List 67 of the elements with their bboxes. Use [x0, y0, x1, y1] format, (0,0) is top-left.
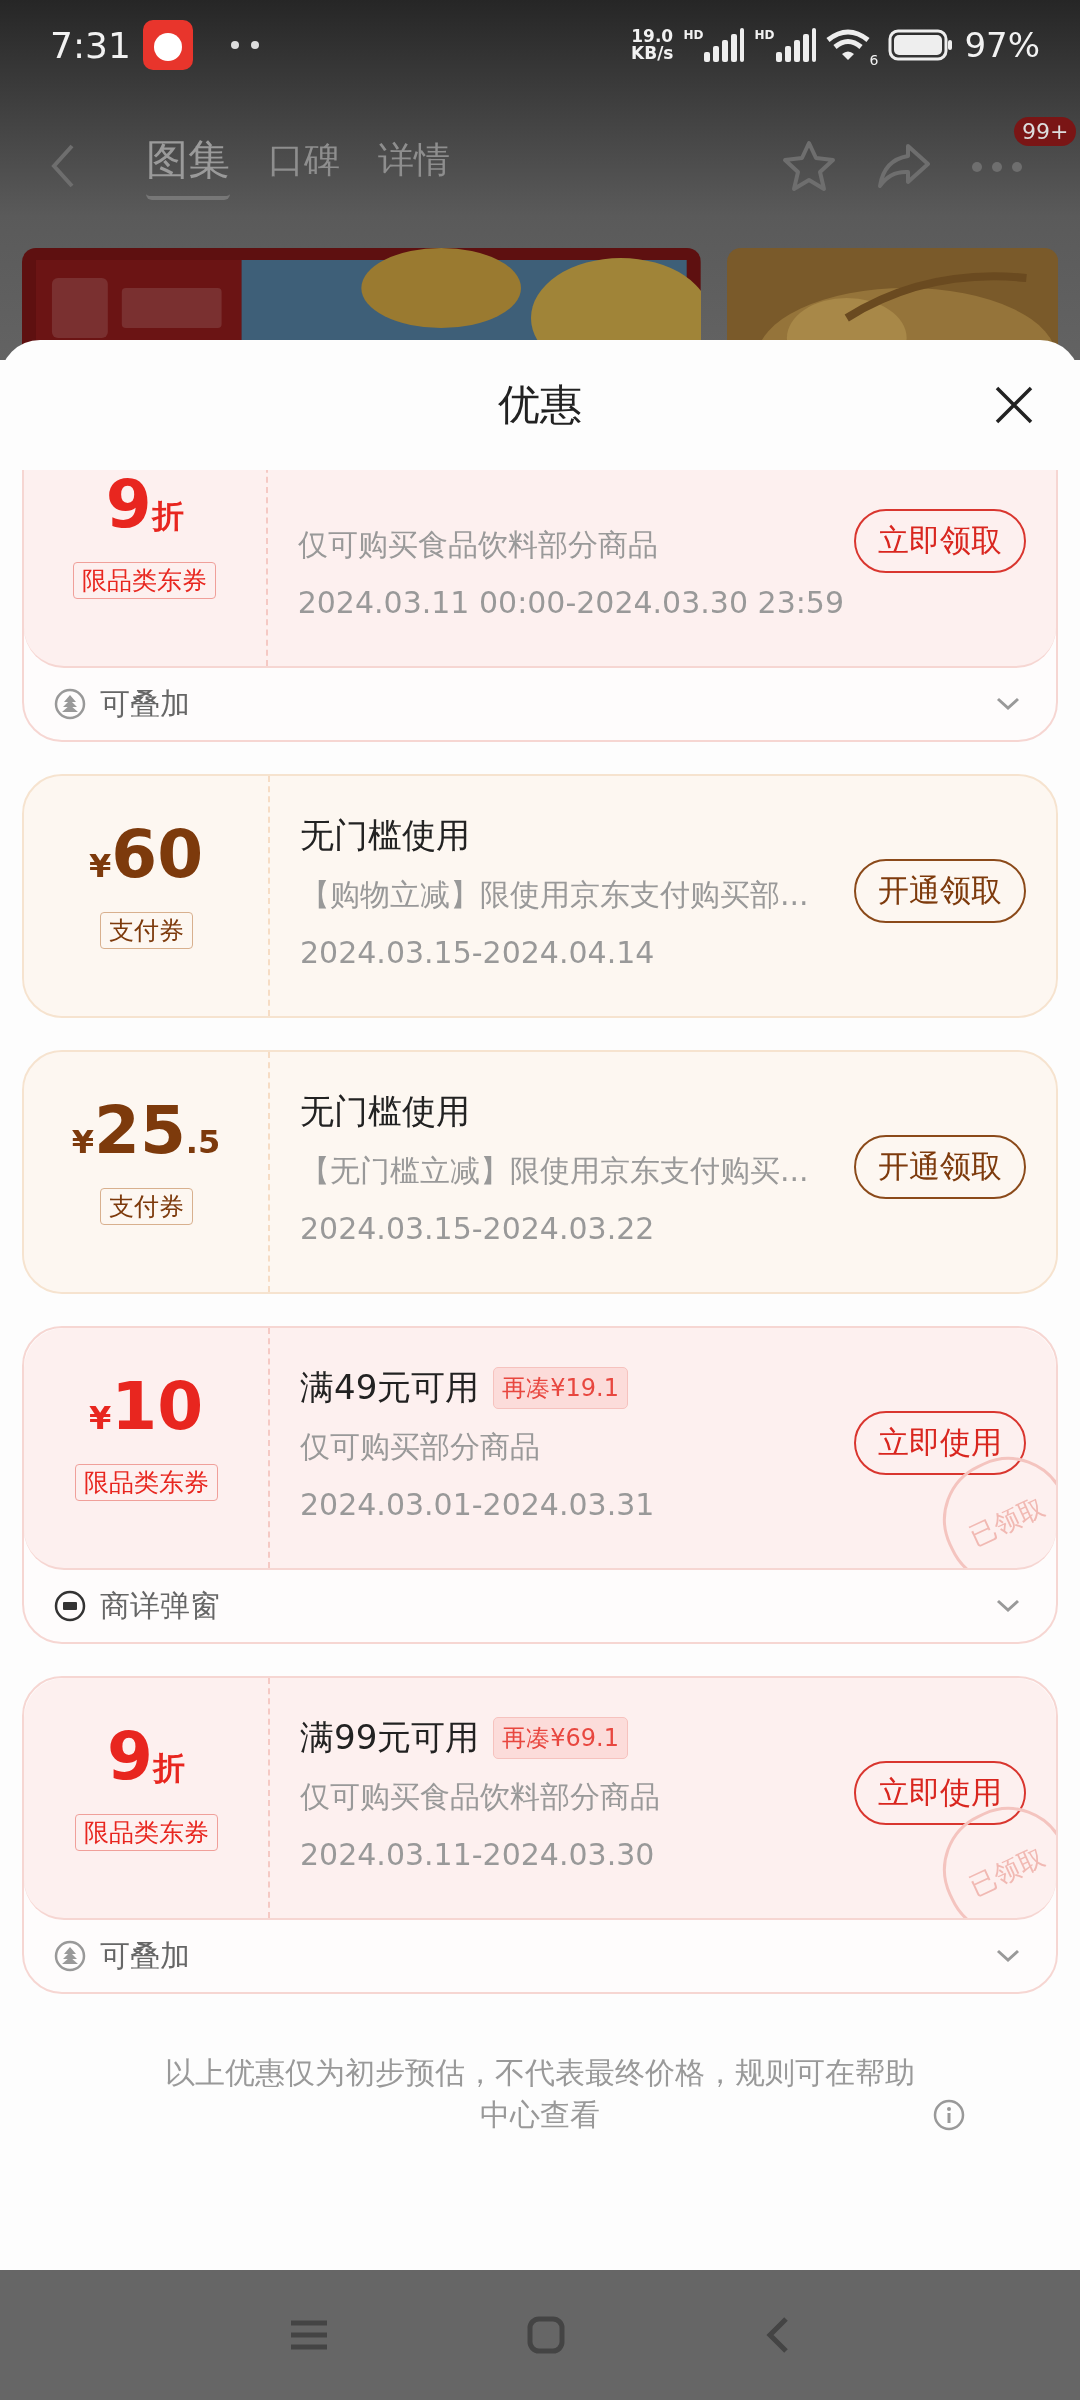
coupon-amount: 9折	[107, 1725, 185, 1797]
wifi-icon	[825, 28, 870, 62]
coupon-type-tag: 支付券	[99, 912, 193, 949]
coupon-type-tag: 限品类东券	[74, 1464, 218, 1501]
coupon-description: 仅可购买部分商品	[300, 1428, 541, 1466]
chevron-down-icon[interactable]	[996, 1599, 1020, 1613]
coupon-description: 【无门槛立减】限使用京东支付购买...	[300, 1152, 810, 1190]
chevron-down-icon[interactable]	[996, 697, 1020, 711]
coupon-description: 仅可购买食品饮料部分商品	[300, 1778, 661, 1816]
coupon-button[interactable]: 立即使用	[854, 1411, 1026, 1475]
back-icon[interactable]	[765, 2316, 789, 2354]
coupon-title: 满49元可用	[300, 1366, 480, 1409]
coupon-title: 无门槛使用	[300, 814, 470, 857]
coupon-amount: ¥25.5	[71, 1099, 221, 1171]
stack-icon	[54, 1940, 86, 1972]
coupon-validity: 2024.03.15-2024.04.14	[300, 934, 656, 972]
coupon-button[interactable]: 开通领取	[854, 1135, 1026, 1199]
coupon-button[interactable]: 立即领取	[854, 509, 1026, 573]
signal-icon	[704, 28, 745, 62]
app-icon	[142, 20, 193, 70]
back-icon[interactable]	[50, 144, 76, 188]
coupon-amount: 9折	[105, 473, 184, 545]
wifi-label: 6	[869, 52, 879, 68]
coupon-amount: ¥60	[88, 823, 204, 895]
hd-label: HD	[683, 28, 704, 42]
coupon-type-tag: 限品类东券	[73, 562, 217, 599]
signal-icon	[775, 28, 816, 62]
gap-amount-tag: 再凑¥69.1	[493, 1717, 628, 1759]
sheet-title: 优惠	[498, 379, 582, 431]
battery-icon	[888, 29, 955, 61]
coupon-title: 无门槛使用	[300, 1090, 470, 1133]
info-icon[interactable]	[933, 2099, 965, 2131]
network-speed: 19.0 KB/s	[631, 28, 674, 62]
coupon-description: 仅可购买食品饮料部分商品	[297, 526, 659, 564]
coupon-type-tag: 支付券	[99, 1188, 193, 1225]
close-icon[interactable]	[994, 385, 1034, 425]
coupon-validity: 2024.03.11-2024.03.30	[300, 1836, 656, 1874]
nav-tab[interactable]: 图集	[146, 132, 230, 200]
message-badge: 99+	[1014, 116, 1077, 146]
gap-amount-tag: 再凑¥19.1	[493, 1367, 628, 1409]
coupon-amount: ¥10	[88, 1375, 204, 1447]
coupon-title: 满99元可用	[300, 1716, 480, 1759]
stack-icon	[54, 688, 86, 720]
popup-icon	[54, 1590, 86, 1622]
share-icon[interactable]	[878, 144, 930, 188]
coupon-validity: 2024.03.01-2024.03.31	[300, 1486, 656, 1524]
coupon-description: 【购物立减】限使用京东支付购买部...	[300, 876, 810, 914]
battery-level: 97%	[964, 25, 1040, 65]
more-icon[interactable]	[972, 161, 1022, 172]
coupon-button[interactable]: 立即使用	[854, 1761, 1026, 1825]
status-time: 7:31	[50, 24, 131, 66]
coupon-button[interactable]: 开通领取	[854, 859, 1026, 923]
menu-icon[interactable]	[291, 2320, 327, 2350]
coupon-validity: 2024.03.11 00:00-2024.03.30 23:59	[297, 584, 844, 622]
chevron-down-icon[interactable]	[996, 1949, 1020, 1963]
notification-dots-icon	[230, 41, 261, 49]
coupon-validity: 2024.03.15-2024.03.22	[300, 1210, 656, 1248]
home-icon[interactable]	[527, 2316, 565, 2354]
star-icon[interactable]	[782, 140, 836, 192]
hd-label: HD	[754, 28, 775, 42]
disclaimer-text: 以上优惠仅为初步预估，不代表最终价格，规则可在帮助中心查看	[164, 2054, 916, 2134]
nav-tab[interactable]: 详情	[378, 135, 450, 197]
coupon-note: 可叠加	[100, 684, 190, 723]
nav-tab[interactable]: 口碑	[268, 135, 340, 197]
coupon-note: 商详弹窗	[100, 1586, 220, 1625]
coupon-type-tag: 限品类东券	[74, 1814, 218, 1851]
coupon-note: 可叠加	[100, 1936, 190, 1975]
